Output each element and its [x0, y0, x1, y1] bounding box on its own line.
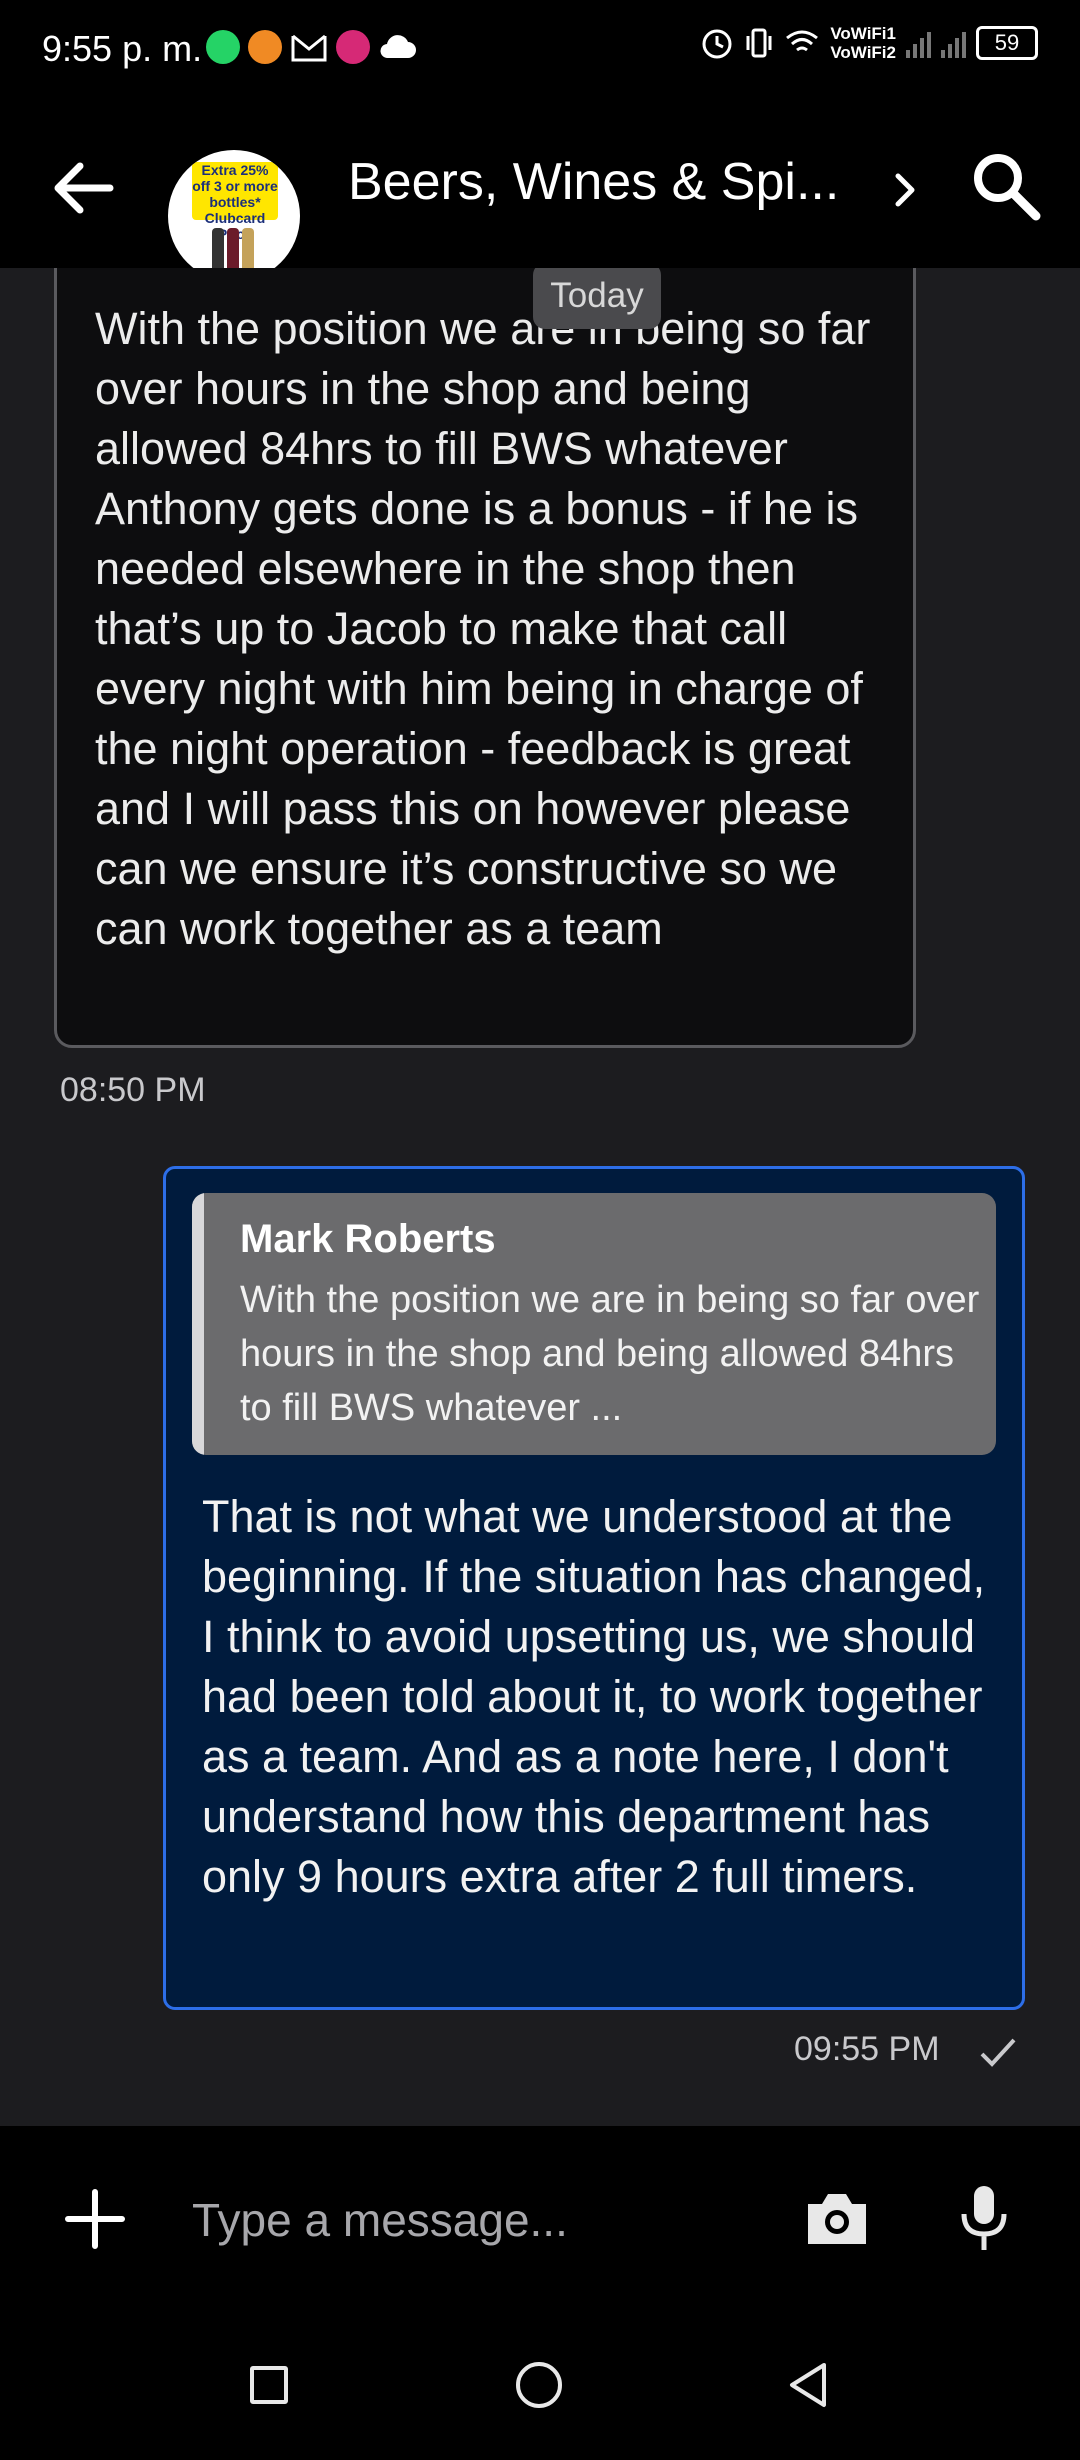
quote-text: With the position we are in being so far… [240, 1279, 980, 1429]
plus-icon[interactable] [62, 2186, 128, 2252]
microphone-icon[interactable] [958, 2182, 1010, 2254]
battery-icon: 59 [976, 26, 1038, 60]
vowifi-1: VoWiFi1 [830, 24, 896, 43]
incoming-message-text: With the position we are in being so far… [95, 303, 871, 954]
chat-title[interactable]: Beers, Wines & Spi... [348, 152, 839, 212]
incoming-message-bubble[interactable]: With the position we are in being so far… [54, 268, 916, 1048]
avatar-badge: Extra 25% off 3 or more bottles* Clubcar… [192, 162, 278, 242]
outgoing-message-text: That is not what we understood at the be… [202, 1491, 986, 1902]
cloud-icon [380, 35, 416, 59]
outgoing-message-time: 09:55 PM [794, 2030, 940, 2068]
chat-header: Extra 25% off 3 or more bottles* Clubcar… [0, 100, 1080, 282]
message-list[interactable]: With the position we are in being so far… [0, 268, 1080, 2126]
signal-2-icon [941, 28, 966, 58]
home-button[interactable] [516, 2362, 562, 2408]
recent-apps-button[interactable] [250, 2366, 288, 2404]
notification-icons [206, 30, 418, 64]
quote-author: Mark Roberts [240, 1217, 496, 1261]
check-icon [980, 2038, 1016, 2067]
camera-icon[interactable] [802, 2186, 872, 2250]
message-input[interactable] [190, 2184, 774, 2256]
wine-bottles-image [212, 228, 254, 272]
quote-accent-bar [192, 1193, 204, 1455]
message-composer [0, 2126, 1080, 2310]
incoming-message-time: 08:50 PM [60, 1071, 206, 1109]
gmail-icon [291, 34, 327, 62]
search-icon[interactable] [966, 146, 1046, 226]
system-navigation-bar [0, 2310, 1080, 2460]
wifi-icon [786, 30, 819, 52]
vibrate-icon [746, 28, 772, 58]
instagram-icon [336, 30, 370, 64]
outgoing-message-bubble[interactable]: Mark Roberts With the position we are in… [163, 1166, 1025, 2010]
date-separator-pill: Today [533, 268, 661, 329]
chevron-right-icon[interactable] [888, 164, 924, 216]
status-time: 9:55 p. m. [42, 28, 203, 69]
signal-1-icon [906, 28, 931, 58]
vowifi-label: VoWiFi1 VoWiFi2 [830, 24, 896, 62]
whatsapp-icon [206, 30, 240, 64]
vowifi-2: VoWiFi2 [830, 43, 896, 62]
status-bar: 9:55 p. m. VoWiFi1 VoWiFi2 59 [0, 0, 1080, 100]
app-notification-icon [248, 30, 282, 64]
status-indicators: VoWiFi1 VoWiFi2 59 [700, 24, 1038, 62]
alarm-icon [702, 29, 732, 59]
group-avatar[interactable]: Extra 25% off 3 or more bottles* Clubcar… [168, 150, 300, 282]
quoted-message[interactable]: Mark Roberts With the position we are in… [192, 1193, 996, 1455]
back-arrow-icon[interactable] [48, 152, 120, 224]
back-triangle-icon[interactable] [786, 2360, 830, 2410]
